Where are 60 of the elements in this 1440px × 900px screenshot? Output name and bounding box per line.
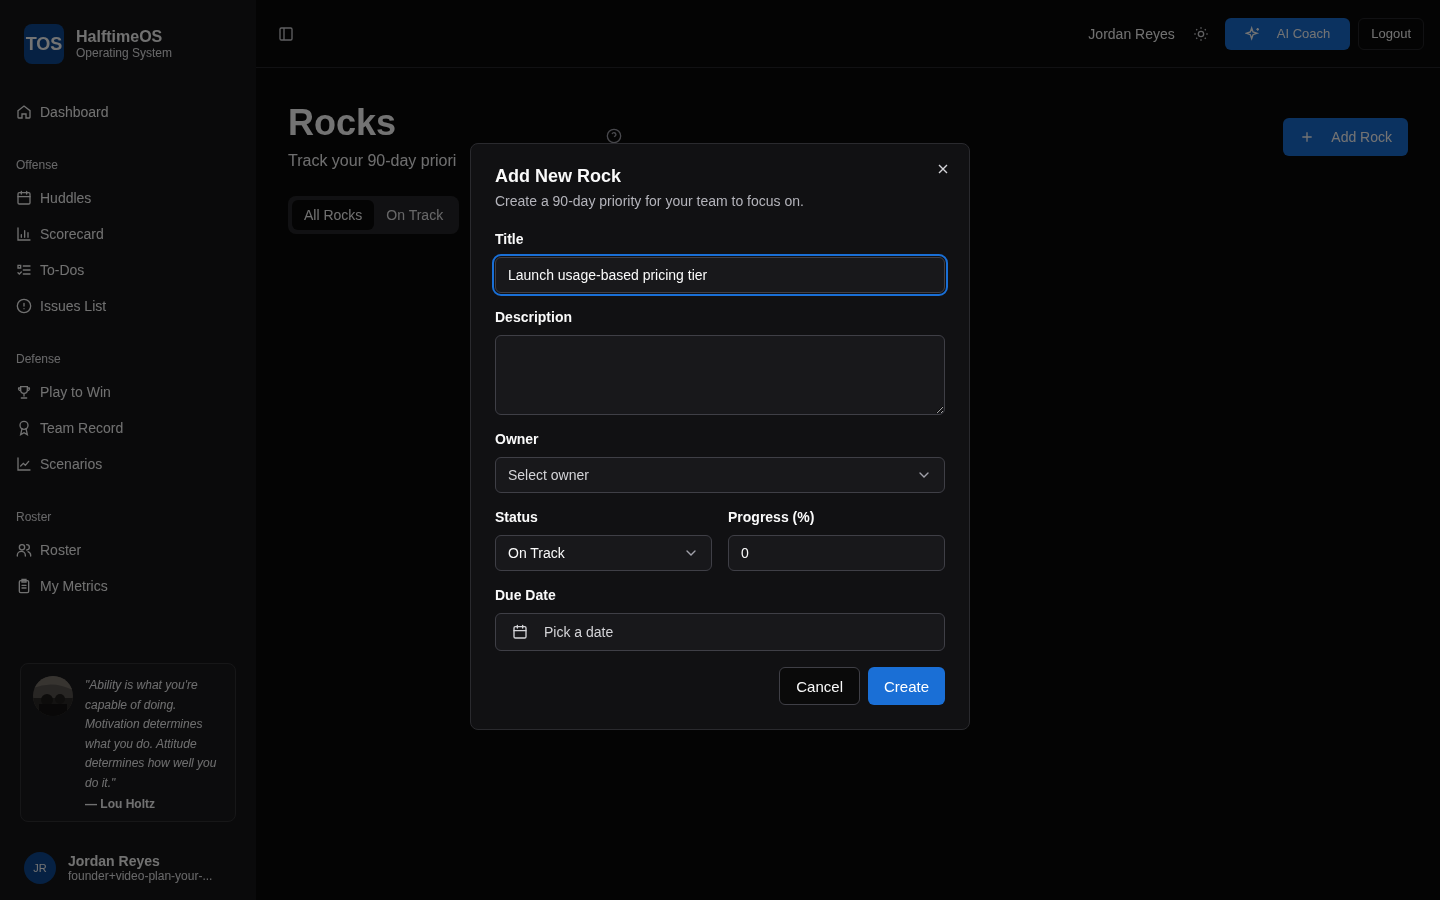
nav-item[interactable]: Team Record <box>16 410 240 446</box>
checklist-icon <box>16 262 32 278</box>
award-icon <box>16 420 32 436</box>
nav-item[interactable]: Huddles <box>16 180 240 216</box>
field-label: Owner <box>495 431 540 447</box>
nav-item[interactable]: Scenarios <box>16 446 240 482</box>
nav-item[interactable]: Dashboard <box>16 94 240 130</box>
calendar-icon <box>16 190 32 206</box>
dropdown[interactable]: On Track <box>495 535 712 571</box>
user-avatar: JR <box>24 852 56 884</box>
text-field[interactable]: Launch usage-based pricing tier <box>495 257 945 293</box>
page-title: Rocks <box>288 102 398 144</box>
app-name: HalftimeOS <box>76 28 164 46</box>
logo: TOS <box>24 24 64 64</box>
quote-author: — Lou Holtz <box>85 797 156 811</box>
field-label: Description <box>495 309 573 325</box>
sidebar-toggle-icon[interactable] <box>278 25 294 42</box>
nav-item[interactable]: My Metrics <box>16 568 240 604</box>
page-subtitle: Track your 90-day priori <box>288 152 457 170</box>
field-label: Due Date <box>495 587 557 603</box>
section-heading: Offense <box>16 158 58 172</box>
logout-button[interactable]: Logout <box>1358 17 1424 50</box>
sparkle-icon <box>1244 25 1261 42</box>
user-email: founder+video-plan-your-... <box>68 869 213 883</box>
home-icon <box>16 104 32 120</box>
field-label: Title <box>495 231 525 247</box>
calendar-icon <box>512 624 528 640</box>
dialog-title: Add New Rock <box>495 166 623 187</box>
nav-item[interactable]: Scorecard <box>16 216 240 252</box>
textarea-field[interactable] <box>495 335 945 415</box>
nav-item[interactable]: Play to Win <box>16 374 240 410</box>
nav-item[interactable]: Roster <box>16 532 240 568</box>
section-heading: Defense <box>16 352 61 366</box>
filter-tab[interactable]: All Rocks <box>292 200 375 230</box>
dialog-description: Create a 90-day priority for your team to focus on. <box>495 193 805 209</box>
trophy-icon <box>16 384 32 400</box>
bar-chart-icon <box>16 226 32 242</box>
nav-item[interactable]: To-Dos <box>16 252 240 288</box>
sun-icon[interactable] <box>1192 25 1209 42</box>
ai-coach-button[interactable]: AI Coach <box>1224 17 1351 50</box>
users-icon <box>16 542 32 558</box>
section-heading: Roster <box>16 510 52 524</box>
app-subtitle: Operating System <box>76 46 173 60</box>
field-label: Status <box>495 509 539 525</box>
cancel-button[interactable]: Cancel <box>779 667 860 705</box>
number-field[interactable]: 0 <box>728 535 945 571</box>
dropdown[interactable]: Select owner <box>495 457 945 493</box>
nav-item[interactable]: Issues List <box>16 288 240 324</box>
clipboard-icon <box>16 578 32 594</box>
alert-circle-icon <box>16 298 32 314</box>
filter-tab[interactable]: On Track <box>374 200 456 230</box>
help-icon[interactable] <box>606 128 623 144</box>
create-button[interactable]: Create <box>867 667 945 705</box>
field-label: Progress (%) <box>728 509 816 525</box>
quote-text: "Ability is what you're capable of doing. Motivation determines what you do. Attitude determines how well you do it." <box>85 677 218 792</box>
user-name: Jordan Reyes <box>68 853 161 869</box>
date-picker[interactable]: Pick a date <box>495 613 945 651</box>
add-rock-button[interactable]: Add Rock <box>1283 118 1408 156</box>
line-chart-icon <box>16 456 32 472</box>
user-name: Jordan Reyes <box>1088 25 1175 42</box>
